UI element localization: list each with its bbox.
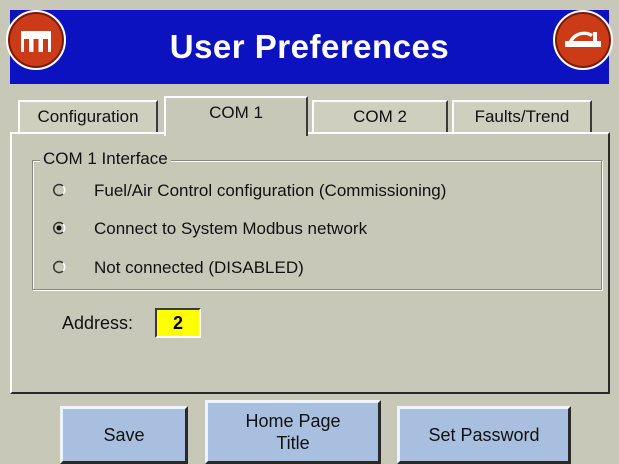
address-label: Address: bbox=[62, 313, 134, 333]
tab-faults-trend[interactable]: Faults/Trend bbox=[452, 100, 592, 134]
tab-label: COM 2 bbox=[353, 107, 407, 126]
radio-label: Connect to System Modbus network bbox=[94, 219, 368, 238]
tab-configuration[interactable]: Configuration bbox=[18, 100, 158, 134]
home-page-title-button[interactable]: Home Page Title bbox=[205, 400, 381, 464]
radio-unselected-icon[interactable] bbox=[52, 260, 66, 274]
save-button[interactable]: Save bbox=[60, 406, 188, 464]
set-password-button-label: Set Password bbox=[428, 425, 540, 445]
set-password-button[interactable]: Set Password bbox=[397, 406, 571, 464]
group-legend: COM 1 Interface bbox=[40, 149, 171, 169]
tab-label: COM 1 bbox=[209, 103, 263, 122]
home-icon bbox=[21, 31, 51, 52]
exit-icon bbox=[565, 31, 601, 47]
exit-button[interactable] bbox=[553, 10, 613, 70]
button-label-line: Title bbox=[276, 433, 310, 453]
save-button-label: Save bbox=[103, 425, 145, 445]
address-field[interactable]: 2 bbox=[155, 308, 201, 338]
button-label-line: Home Page bbox=[245, 411, 341, 431]
tab-label: Faults/Trend bbox=[474, 107, 570, 126]
page-title: User Preferences bbox=[169, 28, 450, 65]
tab-com1[interactable]: COM 1 bbox=[164, 96, 308, 136]
radio-label: Fuel/Air Control configuration (Commissi… bbox=[94, 181, 447, 200]
radio-unselected-icon[interactable] bbox=[52, 183, 66, 197]
tab-com2[interactable]: COM 2 bbox=[312, 100, 448, 134]
radio-selected-icon[interactable] bbox=[52, 221, 66, 235]
tab-label: Configuration bbox=[37, 107, 139, 126]
title-bar: User Preferences bbox=[10, 10, 609, 84]
radio-label: Not connected (DISABLED) bbox=[94, 258, 304, 277]
home-button[interactable] bbox=[6, 10, 66, 70]
